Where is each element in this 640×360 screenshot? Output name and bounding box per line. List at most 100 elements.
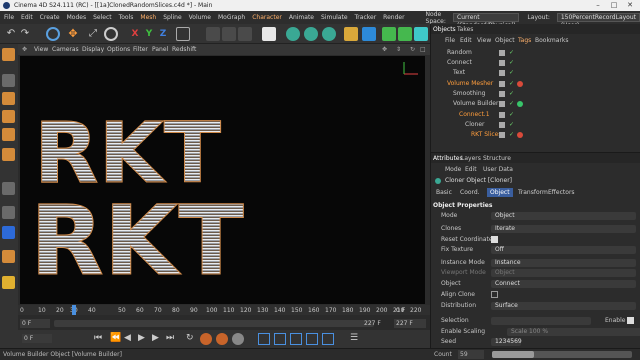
menu-select[interactable]: Select xyxy=(93,14,112,21)
object-row-rkt-slices[interactable]: RKT Slices ✓ xyxy=(431,130,640,140)
menu-spline[interactable]: Spline xyxy=(163,14,181,21)
close-icon[interactable]: ✕ xyxy=(622,0,638,11)
enabled-check-icon[interactable]: ✓ xyxy=(509,112,515,118)
sky-icon[interactable] xyxy=(398,27,412,41)
parameter-key-icon[interactable] xyxy=(306,333,318,345)
light-icon[interactable] xyxy=(344,27,358,41)
menu-mesh[interactable]: Mesh xyxy=(140,14,156,21)
solo-icon[interactable] xyxy=(2,276,15,289)
lock-workplane-icon[interactable] xyxy=(2,250,15,263)
viewport-menu-cameras[interactable]: Cameras xyxy=(52,46,79,53)
keyframe-selection-icon[interactable] xyxy=(232,333,244,345)
checkbox-icon[interactable] xyxy=(491,236,498,243)
maximize-icon[interactable]: □ xyxy=(606,0,622,11)
tab-takes[interactable]: Takes xyxy=(457,26,473,33)
objects-menu-bookmarks[interactable]: Bookmarks xyxy=(535,37,569,44)
enabled-check-icon[interactable]: ✓ xyxy=(509,132,515,138)
position-key-icon[interactable] xyxy=(258,333,270,345)
subdivision-icon[interactable] xyxy=(304,27,318,41)
attr-row-seed[interactable]: Seed 1234569 xyxy=(431,337,640,346)
z-axis-icon[interactable]: Z xyxy=(156,27,170,41)
enabled-check-icon[interactable]: ✓ xyxy=(509,101,515,107)
enabled-check-icon[interactable]: ✓ xyxy=(509,50,515,56)
viewport-menu-view[interactable]: View xyxy=(34,46,48,53)
object-row-smoothing[interactable]: Smoothing ✓ xyxy=(431,89,640,99)
menu-edit[interactable]: Edit xyxy=(21,14,33,21)
max-frame-field[interactable]: 227 F xyxy=(394,319,426,328)
checkbox-icon[interactable] xyxy=(491,291,498,298)
render-settings-icon[interactable] xyxy=(238,27,252,41)
attr-row-instance-mode[interactable]: Instance Mode Instance xyxy=(431,258,640,268)
model-mode-icon[interactable] xyxy=(2,48,15,61)
attr-menu-edit[interactable]: Edit xyxy=(465,166,477,173)
checkbox-icon[interactable] xyxy=(627,317,634,324)
viewport-nav-icon[interactable]: ✥ xyxy=(22,46,27,53)
autokey-icon[interactable] xyxy=(216,333,228,345)
menu-animate[interactable]: Animate xyxy=(289,14,314,21)
attr-menu-user-data[interactable]: User Data xyxy=(483,166,513,173)
play-icon[interactable]: ▶ xyxy=(138,333,145,343)
subtab-coord[interactable]: Coord. xyxy=(457,188,483,197)
deformer-icon[interactable] xyxy=(286,27,300,41)
prev-key-icon[interactable]: ⏪ xyxy=(110,333,121,343)
node-space-dropdown[interactable]: Current (Standard/Physical) xyxy=(453,13,520,29)
menu-tracker[interactable]: Tracker xyxy=(355,14,377,21)
menu-create[interactable]: Create xyxy=(40,14,60,21)
render-view-icon[interactable] xyxy=(206,27,220,41)
menu-volume[interactable]: Volume xyxy=(189,14,211,21)
tag-icon[interactable] xyxy=(517,132,523,138)
tag-icon[interactable] xyxy=(517,101,523,107)
visibility-icon[interactable] xyxy=(499,122,505,128)
viewport-menu-options[interactable]: Options xyxy=(107,46,130,53)
environment-icon[interactable] xyxy=(414,27,428,41)
render-picture-viewer-icon[interactable] xyxy=(222,27,236,41)
count-field[interactable]: 59 xyxy=(458,350,484,359)
enabled-check-icon[interactable]: ✓ xyxy=(509,122,515,128)
uv-mode-icon[interactable] xyxy=(2,148,15,161)
attr-row-object[interactable]: Object Connect xyxy=(431,279,640,289)
coordinate-system-icon[interactable] xyxy=(176,27,190,41)
rotation-key-icon[interactable] xyxy=(290,333,302,345)
menu-tools[interactable]: Tools xyxy=(119,14,134,21)
subtab-object[interactable]: Object xyxy=(487,188,513,197)
object-row-connect[interactable]: Connect ✓ xyxy=(431,58,640,68)
subtab-effectors[interactable]: Effectors xyxy=(545,188,578,197)
menu-modes[interactable]: Modes xyxy=(67,14,86,21)
layout-dropdown[interactable]: 150PercentRecordLayout (User) xyxy=(556,13,640,29)
current-frame-field[interactable]: 0 F xyxy=(22,334,52,343)
object-row-text[interactable]: Text ✓ xyxy=(431,68,640,78)
objects-menu-edit[interactable]: Edit xyxy=(460,37,472,44)
enabled-check-icon[interactable]: ✓ xyxy=(509,81,515,87)
scale-key-icon[interactable] xyxy=(274,333,286,345)
menu-file[interactable]: File xyxy=(4,14,14,21)
move-icon[interactable]: ✥ xyxy=(66,27,80,41)
enabled-check-icon[interactable]: ✓ xyxy=(509,60,515,66)
redo-icon[interactable]: ↷ xyxy=(18,27,32,41)
viewport-zoom-icon[interactable]: ⇕ xyxy=(396,46,401,53)
attr-row-clones[interactable]: Clones Iterate xyxy=(431,224,640,234)
visibility-icon[interactable] xyxy=(499,91,505,97)
prev-frame-icon[interactable]: ◀ xyxy=(124,333,131,343)
texture-mode-icon[interactable] xyxy=(2,74,15,87)
polygons-mode-icon[interactable] xyxy=(2,128,15,141)
viewport-menu-filter[interactable]: Filter xyxy=(133,46,148,53)
attr-menu-mode[interactable]: Mode xyxy=(445,166,461,173)
object-row-cloner[interactable]: Cloner ✓ xyxy=(431,120,640,130)
subtab-basic[interactable]: Basic xyxy=(433,188,455,197)
x-axis-icon[interactable]: X xyxy=(128,27,142,41)
attr-row-enable-scaling[interactable]: Enable Scaling Scale 100 % xyxy=(431,327,640,337)
timeline-range-slider[interactable] xyxy=(54,320,374,327)
objects-menu-view[interactable]: View xyxy=(477,37,491,44)
object-row-connect-1[interactable]: Connect.1 ✓ xyxy=(431,110,640,120)
visibility-icon[interactable] xyxy=(499,132,505,138)
object-row-volume-builder[interactable]: Volume Builder ✓ xyxy=(431,99,640,109)
attr-row-mode[interactable]: Mode Object xyxy=(431,211,640,221)
viewport-menu-redshift[interactable]: Redshift xyxy=(172,46,196,53)
visibility-icon[interactable] xyxy=(499,50,505,56)
viewport-menu-panel[interactable]: Panel xyxy=(152,46,168,53)
end-frame-field[interactable]: 227 F xyxy=(364,319,381,328)
object-row-volume-mesher[interactable]: Volume Mesher ✓ xyxy=(431,79,640,89)
timeline-settings-icon[interactable]: ☰ xyxy=(350,333,358,343)
workplane-icon[interactable] xyxy=(2,226,15,239)
viewport-rotate-icon[interactable]: ↻ xyxy=(410,46,415,53)
